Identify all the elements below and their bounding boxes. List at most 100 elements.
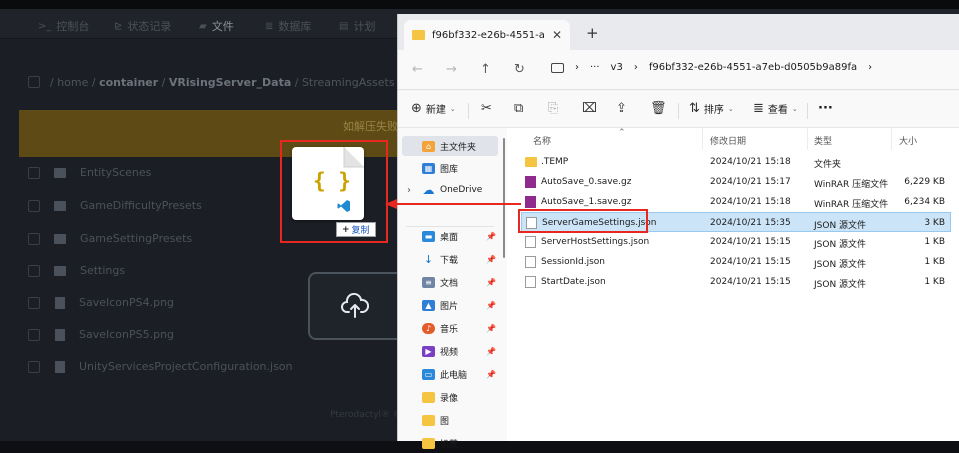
sort-button[interactable]: ⇅ 排序 ⌄ — [689, 101, 734, 116]
home-icon: ⌂ — [422, 140, 435, 152]
row-checkbox[interactable] — [28, 264, 40, 277]
folder-icon — [54, 200, 66, 211]
column-type[interactable]: 类型 — [814, 134, 832, 147]
breadcrumb-segment[interactable]: f96bf332-e26b-4551-a7eb-d0505b9a89fa — [649, 62, 857, 73]
column-name[interactable]: 名称 — [533, 134, 551, 147]
calendar-icon: ▤ — [339, 20, 349, 32]
paste-button[interactable]: ⎘ — [548, 101, 558, 116]
cut-button[interactable]: ✂ — [481, 101, 492, 116]
tab-activity[interactable]: ⊵ 状态记录 — [114, 18, 171, 34]
dragged-file-preview[interactable]: { } — [292, 147, 364, 220]
row-checkbox[interactable] — [28, 360, 40, 373]
table-row[interactable]: .TEMP 2024/10/21 15:18 文件夹 — [521, 152, 951, 172]
view-button[interactable]: ≣ 查看 ⌄ — [753, 101, 798, 116]
pin-icon[interactable]: 📌 — [486, 255, 496, 264]
share-icon: ⇪ — [616, 101, 627, 116]
row-checkbox[interactable] — [28, 328, 40, 341]
row-checkbox[interactable] — [28, 232, 40, 245]
sidebar-item-documents[interactable]: ≡ 文档 📌 — [398, 272, 502, 292]
pin-icon[interactable]: 📌 — [486, 324, 496, 333]
upload-drop-zone[interactable] — [308, 272, 400, 340]
sidebar-item-recordings[interactable]: 录像 — [398, 387, 502, 407]
vscode-icon — [337, 200, 350, 212]
list-item[interactable]: SaveIconPS5.png — [28, 328, 174, 341]
videos-icon: ▶ — [422, 345, 435, 357]
more-button[interactable]: ··· — [818, 101, 833, 116]
new-button[interactable]: ⊕ 新建 ⌄ — [411, 101, 456, 116]
panel-footer: Pterodactyl® © — [330, 410, 402, 420]
refresh-button[interactable]: ↻ — [514, 62, 525, 77]
desktop-icon: ▬ — [422, 230, 435, 242]
list-item[interactable]: UnityServicesProjectConfiguration.json — [28, 360, 293, 373]
rename-icon: ⌧ — [582, 101, 597, 116]
forward-button[interactable]: → — [446, 62, 457, 77]
json-file-icon — [525, 276, 536, 288]
folder-icon — [422, 391, 435, 403]
row-checkbox[interactable] — [28, 296, 40, 309]
tab-console[interactable]: >_ 控制台 — [38, 18, 89, 34]
table-row[interactable]: ServerHostSettings.json 2024/10/21 15:15… — [521, 232, 951, 252]
sidebar-item-gallery[interactable]: ▦ 图库 — [398, 158, 502, 178]
list-item[interactable]: GameDifficultyPresets — [28, 199, 202, 212]
sidebar-item-home[interactable]: ⌂ 主文件夹 — [402, 136, 498, 156]
back-button[interactable]: ← — [412, 62, 423, 77]
tab-files[interactable]: ▰ 文件 — [199, 18, 234, 34]
list-item[interactable]: GameSettingPresets — [28, 232, 192, 245]
path-segment-vrising[interactable]: VRisingServer_Data — [169, 76, 291, 89]
chevron-right-icon[interactable]: › — [407, 185, 411, 196]
sidebar-item-dont-starve[interactable]: 饥荒 — [398, 433, 502, 453]
sidebar-item-downloads[interactable]: ↓ 下载 📌 — [398, 249, 502, 269]
new-tab-button[interactable]: + — [586, 24, 599, 42]
file-explorer-window: f96bf332-e26b-4551-a7eb-d0505b9a89fa ✕ +… — [397, 14, 959, 450]
sidebar-item-pictures[interactable]: ▲ 图片 📌 — [398, 295, 502, 315]
close-icon[interactable]: ✕ — [552, 28, 562, 42]
chevron-down-icon: ⌄ — [449, 104, 456, 113]
select-all-checkbox[interactable] — [28, 76, 40, 88]
pin-icon[interactable]: 📌 — [486, 370, 496, 379]
copy-button[interactable]: ⧉ — [514, 101, 523, 116]
rename-button[interactable]: ⌧ — [582, 101, 597, 116]
table-row[interactable]: AutoSave_0.save.gz 2024/10/21 15:17 WinR… — [521, 172, 951, 192]
folder-icon — [422, 437, 435, 449]
breadcrumb-more[interactable]: ··· — [590, 62, 600, 73]
table-row[interactable]: StartDate.json 2024/10/21 15:15 JSON 源文件… — [521, 272, 951, 292]
list-item[interactable]: EntityScenes — [28, 166, 151, 179]
view-list-icon: ≣ — [753, 101, 764, 116]
navigation-pane: ⌂ 主文件夹 ▦ 图库 › ☁ OneDrive ▬ 桌面 📌 ↓ 下载 📌 ≡ 文档 📌 ▲ 图片 📌… — [398, 128, 502, 450]
sidebar-item-videos[interactable]: ▶ 视频 📌 — [398, 341, 502, 361]
up-button[interactable]: ↑ — [480, 62, 491, 77]
chevron-up-icon: ⌃ — [618, 128, 626, 138]
pin-icon[interactable]: 📌 — [486, 347, 496, 356]
list-item[interactable]: SaveIconPS4.png — [28, 296, 174, 309]
database-icon: ≣ — [265, 20, 274, 32]
path-segment-container[interactable]: container — [99, 76, 158, 89]
folder-icon — [412, 30, 425, 40]
sidebar-item-desktop[interactable]: ▬ 桌面 📌 — [398, 226, 502, 246]
tab-schedules[interactable]: ▤ 计划 — [339, 18, 375, 34]
onedrive-icon: ☁ — [422, 183, 435, 197]
row-checkbox[interactable] — [28, 199, 40, 212]
delete-button[interactable]: 🗑 — [650, 101, 667, 116]
sidebar-item-images[interactable]: 图 — [398, 410, 502, 430]
explorer-tab[interactable]: f96bf332-e26b-4551-a7eb-d0505b9a89fa ✕ — [404, 20, 570, 50]
sidebar-item-this-pc[interactable]: ▭ 此电脑 📌 — [398, 364, 502, 384]
column-size[interactable]: 大小 — [899, 134, 917, 147]
divider — [891, 128, 892, 150]
pin-icon[interactable]: 📌 — [486, 232, 496, 241]
copy-badge: + 复制 — [336, 222, 376, 237]
folder-icon: ▰ — [199, 20, 207, 32]
pin-icon[interactable]: 📌 — [486, 301, 496, 310]
breadcrumb-segment[interactable]: v3 — [611, 62, 623, 73]
column-date[interactable]: 修改日期 — [710, 134, 746, 147]
list-item[interactable]: Settings — [28, 264, 125, 277]
row-checkbox[interactable] — [28, 166, 40, 179]
divider — [807, 128, 808, 150]
share-button[interactable]: ⇪ — [616, 101, 627, 116]
table-row[interactable]: SessionId.json 2024/10/21 15:15 JSON 源文件… — [521, 252, 951, 272]
pin-icon[interactable]: 📌 — [486, 278, 496, 287]
this-pc-icon: ▭ — [422, 368, 435, 380]
divider — [678, 103, 679, 119]
monitor-icon[interactable] — [551, 62, 564, 73]
sidebar-item-music[interactable]: ♪ 音乐 📌 — [398, 318, 502, 338]
tab-database[interactable]: ≣ 数据库 — [265, 18, 311, 34]
